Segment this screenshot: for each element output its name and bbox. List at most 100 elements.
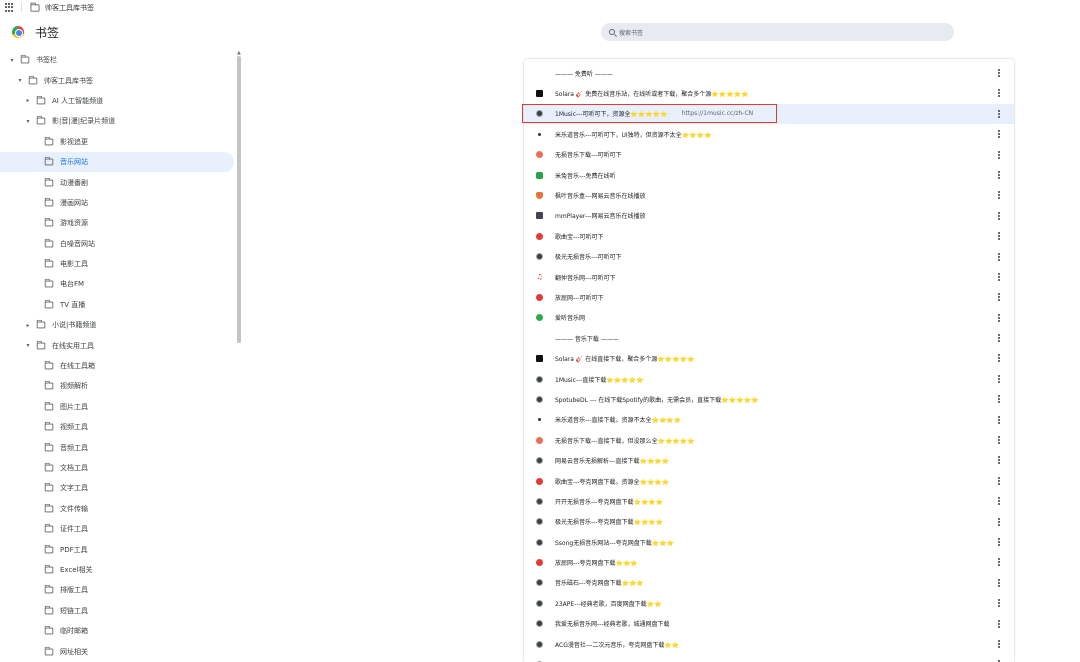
bookmark-folder-link[interactable]: 帅客工具库书签: [45, 3, 94, 13]
tree-item[interactable]: ▾ 书签栏: [0, 50, 236, 70]
more-options-icon[interactable]: [998, 272, 1000, 281]
tree-item[interactable]: 文件传输: [0, 499, 236, 519]
more-options-icon[interactable]: [998, 558, 1000, 567]
bookmark-row[interactable]: 23APE---经典老歌，百度网盘下载⭐⭐: [524, 593, 1014, 613]
bookmark-row[interactable]: 无损音乐下载---可听可下: [524, 145, 1014, 165]
more-options-icon[interactable]: [998, 497, 1000, 506]
scrollbar-thumb[interactable]: [237, 56, 241, 343]
more-options-icon[interactable]: [998, 170, 1000, 179]
more-options-icon[interactable]: [998, 395, 1000, 404]
bookmark-row[interactable]: 1Music---直接下载⭐⭐⭐⭐⭐: [524, 369, 1014, 389]
bookmark-row[interactable]: SpotubeDL --- 在线下载Spotify的歌曲，无需会员，直接下载⭐⭐…: [524, 389, 1014, 409]
more-options-icon[interactable]: [998, 578, 1000, 587]
tree-item[interactable]: PDF工具: [0, 539, 236, 559]
bookmark-row[interactable]: 1Music---可听可下，资源全⭐⭐⭐⭐⭐ https://1music.cc/…: [524, 103, 1014, 125]
tree-item[interactable]: 动漫番剧: [0, 172, 236, 192]
more-options-icon[interactable]: [998, 476, 1000, 485]
bookmark-row[interactable]: 歌曲宝---夸克网盘下载，资源全⭐⭐⭐⭐: [524, 471, 1014, 491]
separator-row[interactable]: ——— 音乐下载 ———: [524, 328, 1014, 348]
more-options-icon[interactable]: [998, 89, 1000, 98]
bookmark-row[interactable]: 爱听音乐网: [524, 308, 1014, 328]
bookmark-row[interactable]: 米兔音乐---免费在线听: [524, 165, 1014, 185]
tree-item[interactable]: 排版工具: [0, 580, 236, 600]
tree-item[interactable]: TV 直播: [0, 295, 236, 315]
more-options-icon[interactable]: [998, 293, 1000, 302]
tree-item[interactable]: ▾ 帅客工具库书签: [0, 70, 236, 90]
bookmark-row[interactable]: 放屁网---夸克网盘下载⭐⭐⭐: [524, 552, 1014, 572]
more-options-icon[interactable]: [998, 599, 1000, 608]
tree-item[interactable]: 视频解析: [0, 376, 236, 396]
more-options-icon[interactable]: [998, 130, 1000, 139]
more-options-icon[interactable]: [998, 334, 1000, 343]
more-options-icon[interactable]: [998, 211, 1000, 220]
bookmark-row[interactable]: ♫ 翻仲音乐网---可听可下: [524, 267, 1014, 287]
tree-item[interactable]: 游戏资源: [0, 213, 236, 233]
tree-item[interactable]: ▸ 小说|书籍频道: [0, 315, 236, 335]
tree-item[interactable]: 音乐网站: [0, 151, 234, 173]
bookmark-row[interactable]: [524, 654, 1014, 662]
bookmark-row[interactable]: 枫叶音乐盒---网易云音乐在线播放: [524, 185, 1014, 205]
bookmark-row[interactable]: mmPlayer---网易云音乐在线播放: [524, 206, 1014, 226]
tree-item[interactable]: ▾ 在线实用工具: [0, 335, 236, 355]
bookmark-row[interactable]: ACG漫音社---二次元音乐，夸克网盘下载⭐⭐: [524, 634, 1014, 654]
caret-down-icon[interactable]: ▾: [8, 57, 16, 64]
tree-item[interactable]: 短链工具: [0, 601, 236, 621]
caret-down-icon[interactable]: ▾: [24, 342, 32, 349]
more-options-icon[interactable]: [998, 313, 1000, 322]
more-options-icon[interactable]: [998, 456, 1000, 465]
tree-item[interactable]: ▾ 影|音|漫|纪录片频道: [0, 111, 236, 131]
tree-item[interactable]: 漫画网站: [0, 193, 236, 213]
bookmark-row[interactable]: Ssong无损音乐网站---夸克网盘下载⭐⭐⭐: [524, 532, 1014, 552]
more-options-icon[interactable]: [998, 537, 1000, 546]
bookmark-row[interactable]: 开开无损音乐---夸克网盘下载⭐⭐⭐⭐: [524, 491, 1014, 511]
bookmark-row[interactable]: 无损音乐下载---直接下载，但没那么全⭐⭐⭐⭐⭐: [524, 430, 1014, 450]
more-options-icon[interactable]: [998, 639, 1000, 648]
tree-item[interactable]: 图片工具: [0, 397, 236, 417]
bookmark-row[interactable]: 歌曲宝---可听可下: [524, 226, 1014, 246]
apps-grid-icon[interactable]: [5, 3, 14, 12]
tree-item[interactable]: 电影工具: [0, 254, 236, 274]
bookmark-row[interactable]: 米乐道音乐---可听可下，UI独特，但资源不太全⭐⭐⭐⭐: [524, 124, 1014, 144]
more-options-icon[interactable]: [998, 232, 1000, 241]
sidebar-scrollbar[interactable]: ▲: [236, 50, 242, 662]
bookmark-row[interactable]: 放屁网---可听可下: [524, 287, 1014, 307]
tree-item[interactable]: 网址相关: [0, 641, 236, 661]
more-options-icon[interactable]: [998, 252, 1000, 261]
search-input[interactable]: 搜索书签: [601, 23, 954, 41]
tree-item[interactable]: 在线工具箱: [0, 356, 236, 376]
bookmark-row[interactable]: Solara 🎸 免费在线音乐站，在线听或者下载，聚合多个源⭐⭐⭐⭐⭐: [524, 83, 1014, 103]
bookmark-row[interactable]: Solara 🎸 在线直接下载，聚合多个源⭐⭐⭐⭐⭐: [524, 348, 1014, 368]
bookmark-row[interactable]: 极光无损音乐---夸克网盘下载⭐⭐⭐⭐: [524, 512, 1014, 532]
tree-item[interactable]: 证件工具: [0, 519, 236, 539]
bookmark-row[interactable]: 网易云音乐无损解析---直接下载⭐⭐⭐⭐: [524, 450, 1014, 470]
more-options-icon[interactable]: [998, 374, 1000, 383]
more-options-icon[interactable]: [998, 69, 1000, 77]
tree-item[interactable]: 电台FM: [0, 274, 236, 294]
more-options-icon[interactable]: [998, 517, 1000, 526]
tree-item[interactable]: 临时邮箱: [0, 621, 236, 641]
bookmark-row[interactable]: 极光无损音乐---可听可下: [524, 247, 1014, 267]
tree-item[interactable]: 音频工具: [0, 437, 236, 457]
tree-item[interactable]: 文档工具: [0, 458, 236, 478]
bookmark-row[interactable]: 米乐道音乐---直接下载，资源不太全⭐⭐⭐⭐: [524, 410, 1014, 430]
caret-right-icon[interactable]: ▸: [24, 97, 32, 104]
tree-item[interactable]: Excel相关: [0, 560, 236, 580]
more-options-icon[interactable]: [998, 436, 1000, 445]
more-options-icon[interactable]: [998, 619, 1000, 628]
tree-item[interactable]: ▸ AI 人工智能频道: [0, 91, 236, 111]
tree-item[interactable]: 影视追更: [0, 132, 236, 152]
more-options-icon[interactable]: [998, 109, 1000, 118]
more-options-icon[interactable]: [998, 415, 1000, 424]
more-options-icon[interactable]: [998, 150, 1000, 159]
caret-right-icon[interactable]: ▸: [24, 322, 32, 329]
caret-down-icon[interactable]: ▾: [16, 77, 24, 84]
more-options-icon[interactable]: [998, 354, 1000, 363]
more-options-icon[interactable]: [998, 191, 1000, 200]
caret-down-icon[interactable]: ▾: [24, 118, 32, 125]
tree-item[interactable]: 文字工具: [0, 478, 236, 498]
separator-row[interactable]: ——— 免费听 ———: [524, 63, 1014, 83]
tree-item[interactable]: 白噪音网站: [0, 234, 236, 254]
bookmark-row[interactable]: 我爱无损音乐网---经典老歌，城通网盘下载: [524, 614, 1014, 634]
bookmark-row[interactable]: 音乐磁石---夸克网盘下载⭐⭐⭐: [524, 573, 1014, 593]
tree-item[interactable]: 视频工具: [0, 417, 236, 437]
